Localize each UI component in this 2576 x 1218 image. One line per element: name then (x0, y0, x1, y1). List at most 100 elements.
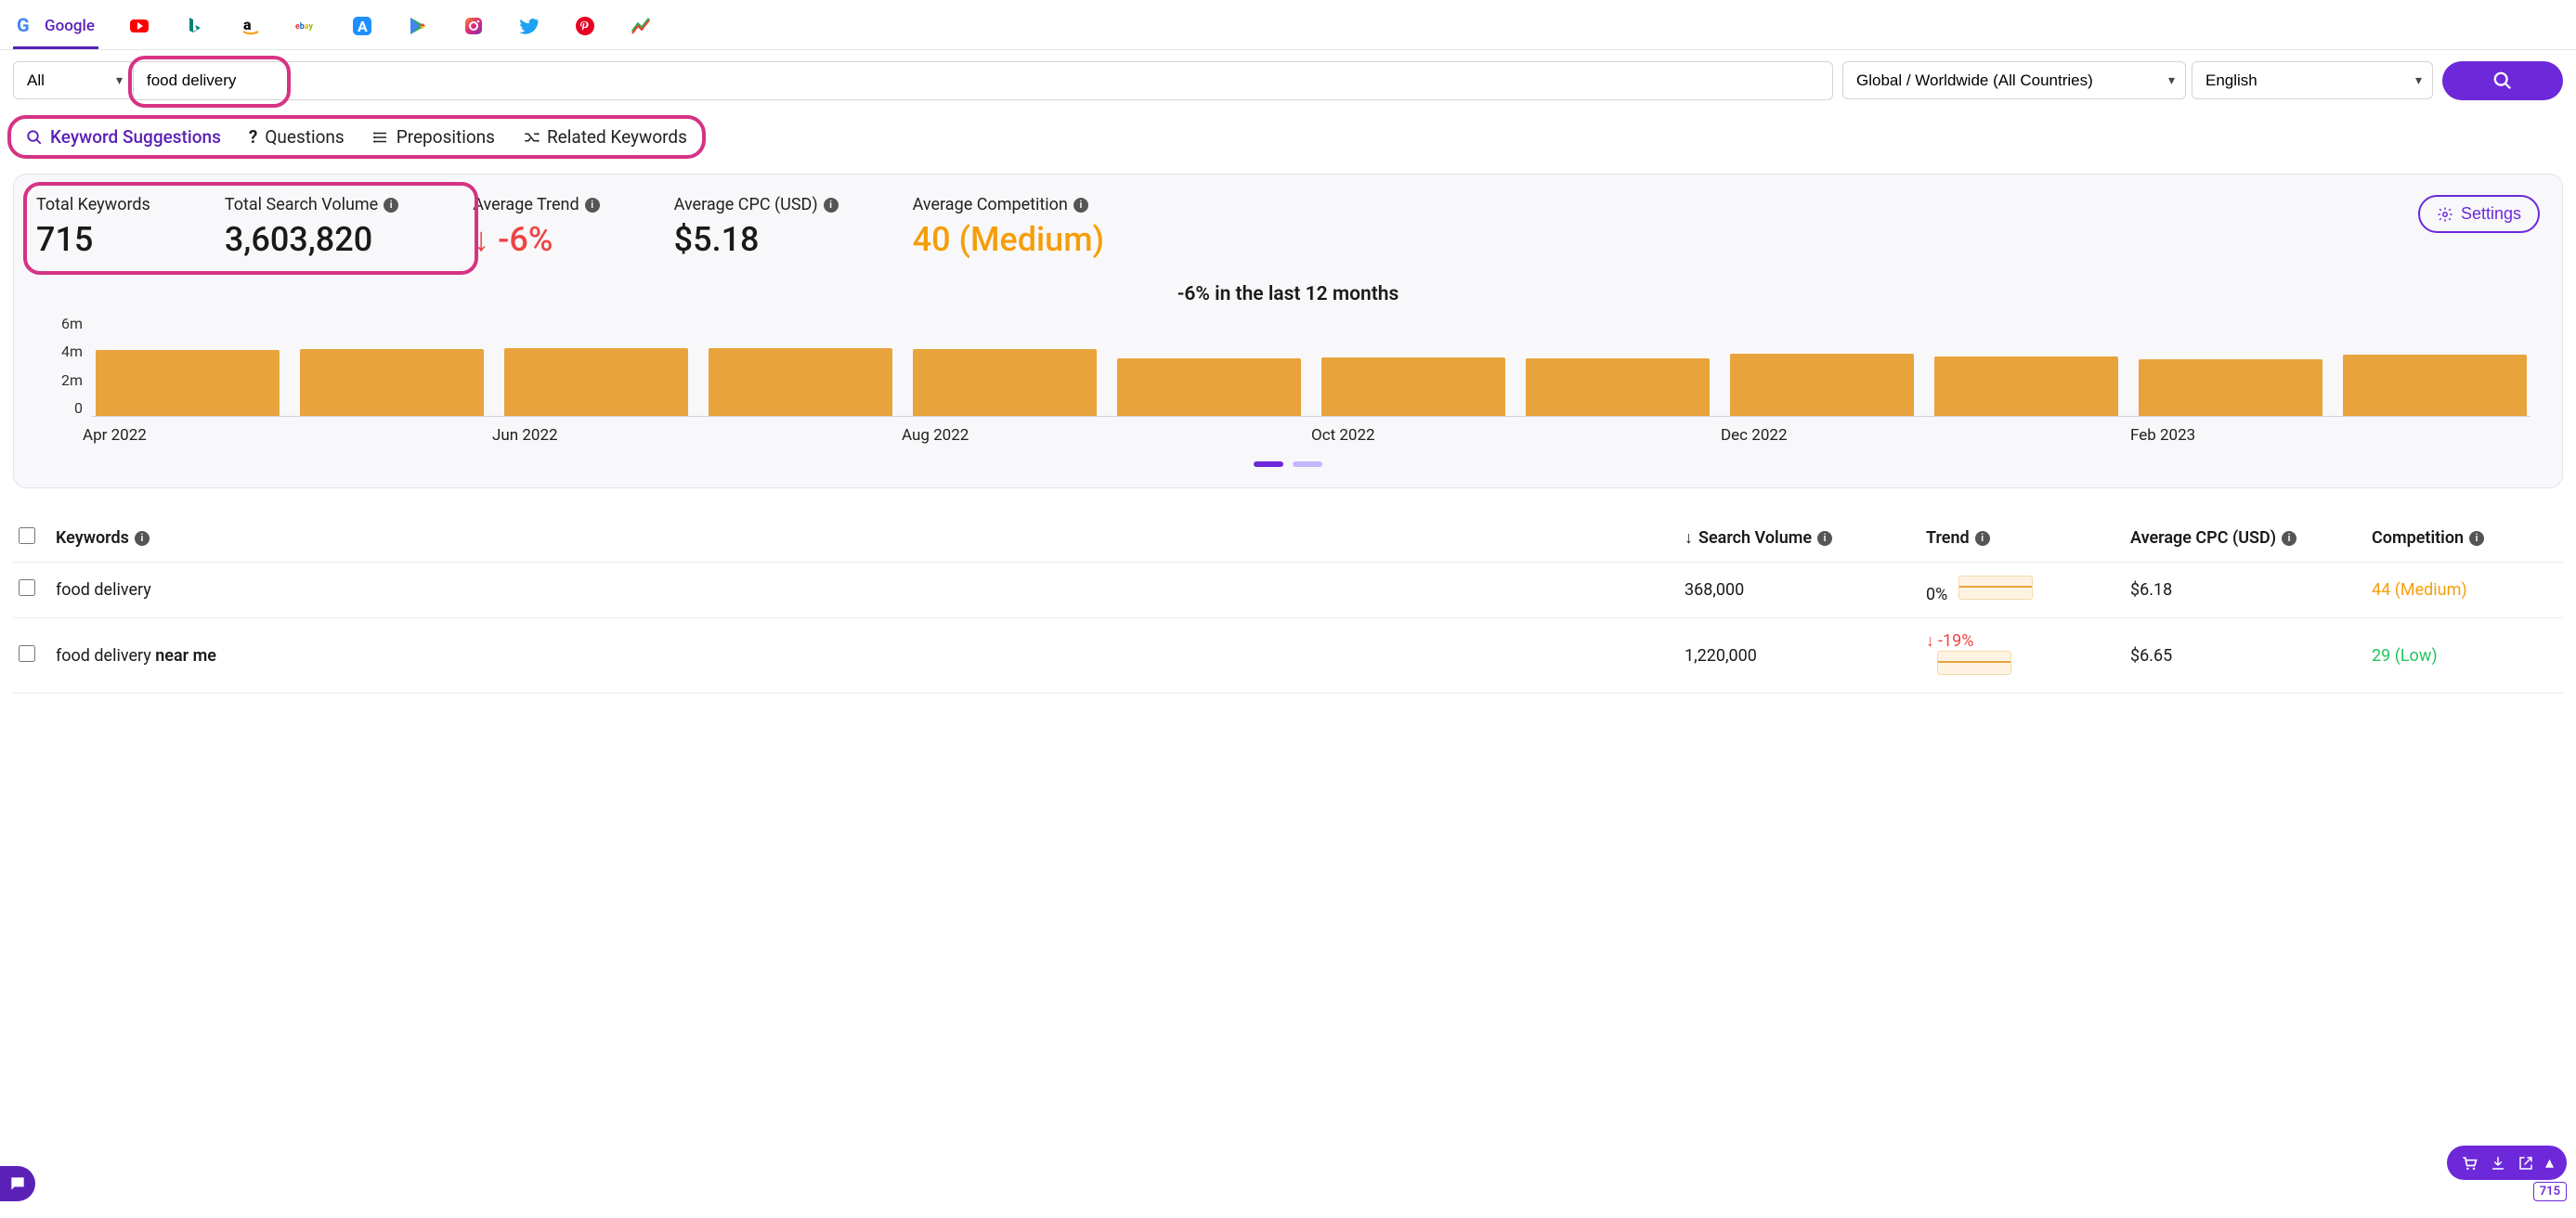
engine-tab-google[interactable]: G Google (13, 9, 98, 49)
chat-widget[interactable] (0, 1166, 35, 1201)
engine-tab-amazon[interactable]: a (236, 9, 266, 49)
metric-avg-trend: Average Trend i ↓ -6% (473, 195, 599, 259)
playstore-icon (407, 15, 429, 37)
arrow-down-icon: ↓ (1926, 631, 1934, 651)
chart-bar[interactable] (913, 349, 1097, 416)
question-icon: ? (249, 126, 257, 148)
cart-button[interactable]: ▴ (2447, 1146, 2567, 1180)
engine-tab-twitter[interactable] (514, 9, 544, 49)
tab-questions[interactable]: ? Questions (249, 126, 345, 148)
chart-bar[interactable] (2343, 355, 2527, 416)
sparkline (1937, 651, 2011, 675)
chart-bar[interactable] (1117, 358, 1301, 416)
col-keywords[interactable]: Keywords i (56, 528, 1685, 548)
search-button[interactable] (2442, 61, 2563, 100)
metric-label: Total Keywords (36, 195, 150, 214)
col-trend[interactable]: Trend i (1926, 528, 2130, 548)
engine-tabs: G Google a ebay A (0, 0, 2576, 50)
scope-select[interactable]: All (13, 61, 134, 99)
language-select[interactable]: English (2192, 61, 2433, 99)
pager-dot[interactable] (1254, 461, 1283, 467)
engine-tab-pinterest[interactable] (570, 9, 600, 49)
chart-bar[interactable] (504, 348, 688, 416)
engine-tab-bing[interactable] (180, 9, 210, 49)
metric-label: Average Trend i (473, 195, 599, 214)
metric-total-keywords: Total Keywords 715 (36, 195, 150, 259)
row-checkbox[interactable] (19, 645, 35, 662)
tab-label: Keyword Suggestions (50, 126, 221, 148)
ebay-icon: ebay (295, 15, 318, 37)
col-volume[interactable]: ↓ Search Volume i (1685, 528, 1926, 548)
engine-tab-youtube[interactable] (124, 9, 154, 49)
col-competition[interactable]: Competition i (2372, 528, 2557, 548)
chart-bar[interactable] (1321, 357, 1505, 416)
info-icon[interactable]: i (2282, 531, 2296, 546)
region-select[interactable]: Global / Worldwide (All Countries) (1842, 61, 2186, 99)
x-tick: Jun 2022 (492, 426, 902, 445)
chart-bars (92, 315, 2530, 417)
metric-label: Total Search Volume i (225, 195, 398, 214)
table-row: food delivery368,0000%$6.1844 (Medium) (13, 563, 2563, 618)
chart-bar[interactable] (709, 348, 892, 416)
chart-bar[interactable] (1730, 354, 1914, 416)
tab-related-keywords[interactable]: Related Keywords (523, 126, 687, 148)
engine-tab-instagram[interactable] (459, 9, 488, 49)
x-tick: Feb 2023 (2130, 426, 2540, 445)
table-header: Keywords i ↓ Search Volume i Trend i Ave… (13, 514, 2563, 563)
cell-keyword[interactable]: food delivery near me (56, 646, 1685, 666)
x-tick: Aug 2022 (902, 426, 1311, 445)
region-select-wrap: Global / Worldwide (All Countries) (1833, 61, 2186, 100)
chart-bar[interactable] (2139, 359, 2322, 416)
amazon-icon: a (240, 15, 262, 37)
gear-icon (2437, 206, 2453, 223)
chart-bar[interactable] (1526, 358, 1710, 416)
sparkline (1958, 576, 2033, 600)
info-icon[interactable]: i (1817, 531, 1832, 546)
engine-tab-trends[interactable] (626, 9, 656, 49)
engine-tab-appstore[interactable]: A (347, 9, 377, 49)
engine-tab-playstore[interactable] (403, 9, 433, 49)
settings-button[interactable]: Settings (2418, 195, 2540, 233)
tab-label: Related Keywords (547, 126, 687, 148)
row-checkbox[interactable] (19, 579, 35, 596)
info-icon[interactable]: i (1073, 198, 1088, 213)
trend-icon (630, 15, 652, 37)
info-icon[interactable]: i (135, 531, 150, 546)
info-icon[interactable]: i (585, 198, 600, 213)
language-select-wrap: English (2186, 61, 2433, 100)
tab-label: Questions (265, 126, 344, 148)
chart-bar[interactable] (300, 349, 484, 416)
engine-tab-ebay[interactable]: ebay (292, 9, 321, 49)
youtube-icon (128, 15, 150, 37)
metric-label: Average CPC (USD) i (674, 195, 839, 214)
chart-bar[interactable] (96, 350, 280, 416)
shuffle-icon (523, 129, 540, 146)
tab-prepositions[interactable]: Prepositions (372, 126, 495, 148)
cart-icon (2460, 1154, 2478, 1173)
info-icon[interactable]: i (824, 198, 839, 213)
cart-count-badge: 715 (2533, 1182, 2567, 1201)
chat-icon (8, 1174, 27, 1193)
keyword-input[interactable] (134, 61, 1833, 100)
tab-label: Prepositions (397, 126, 495, 148)
tab-keyword-suggestions[interactable]: Keyword Suggestions (26, 126, 221, 148)
info-icon[interactable]: i (1975, 531, 1990, 546)
info-icon[interactable]: i (384, 198, 398, 213)
metric-value: 715 (36, 220, 150, 259)
pager-dot[interactable] (1293, 461, 1322, 467)
chart-y-axis: 6m 4m 2m 0 (46, 315, 83, 417)
svg-text:G: G (17, 15, 30, 36)
engine-tab-label: Google (45, 17, 95, 35)
metric-avg-competition: Average Competition i 40 (Medium) (913, 195, 1105, 259)
chart-pager (36, 461, 2540, 467)
keywords-table: Keywords i ↓ Search Volume i Trend i Ave… (13, 514, 2563, 693)
select-all-checkbox[interactable] (19, 527, 35, 544)
cell-keyword[interactable]: food delivery (56, 580, 1685, 600)
chart-bar[interactable] (1934, 356, 2118, 416)
col-cpc[interactable]: Average CPC (USD) i (2130, 528, 2372, 548)
search-input-wrap (134, 61, 1833, 100)
info-icon[interactable]: i (2469, 531, 2484, 546)
search-row: All Global / Worldwide (All Countries) E… (0, 50, 2576, 111)
list-icon (372, 129, 389, 146)
metric-avg-cpc: Average CPC (USD) i $5.18 (674, 195, 839, 259)
